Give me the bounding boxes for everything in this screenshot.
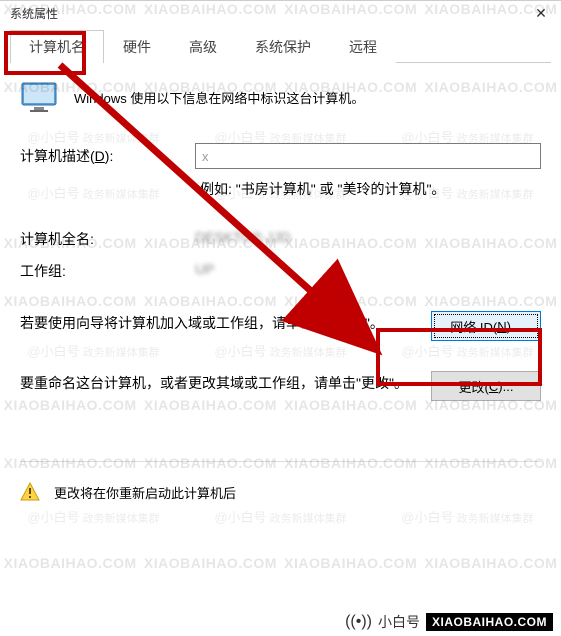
window-title: 系统属性 — [10, 5, 58, 22]
intro-text: Windows 使用以下信息在网络中标识这台计算机。 — [74, 88, 364, 107]
tab-system-protection[interactable]: 系统保护 — [236, 30, 330, 63]
tab-computer-name[interactable]: 计算机名 — [10, 30, 104, 63]
change-button[interactable]: 更改(C)... — [431, 371, 541, 401]
tabs: 计算机名 硬件 高级 系统保护 远程 — [10, 29, 551, 63]
warning-icon — [20, 482, 40, 502]
description-label: 计算机描述(D): — [20, 146, 195, 166]
restart-note: 更改将在你重新启动此计算机后 — [54, 483, 236, 502]
description-input[interactable] — [195, 143, 541, 169]
workgroup-label: 工作组: — [20, 261, 195, 281]
source-domain: XIAOBAIHAO.COM — [426, 613, 553, 631]
workgroup-value: UP — [195, 261, 214, 281]
description-example: 例如: "书房计算机" 或 "美玲的计算机"。 — [200, 179, 541, 199]
tab-hardware[interactable]: 硬件 — [104, 30, 170, 63]
change-text: 要重命名这台计算机，或者更改其域或工作组，请单击"更改"。 — [20, 371, 411, 396]
tab-advanced[interactable]: 高级 — [170, 30, 236, 63]
divider — [20, 461, 541, 462]
fullname-label: 计算机全名: — [20, 229, 195, 249]
broadcast-icon: ((•)) — [345, 613, 372, 631]
monitor-icon — [20, 81, 60, 113]
source-badge: ((•)) 小白号 XIAOBAIHAO.COM — [345, 612, 553, 632]
tab-remote[interactable]: 远程 — [330, 30, 396, 63]
network-id-button[interactable]: 网络 ID(N)... — [431, 311, 541, 341]
fullname-value: DESKTOP-JJD — [195, 229, 290, 249]
close-button[interactable]: ✕ — [521, 1, 561, 25]
source-name: 小白号 — [378, 612, 420, 632]
network-id-text: 若要使用向导将计算机加入域或工作组，请单击"网络 ID"。 — [20, 311, 411, 336]
